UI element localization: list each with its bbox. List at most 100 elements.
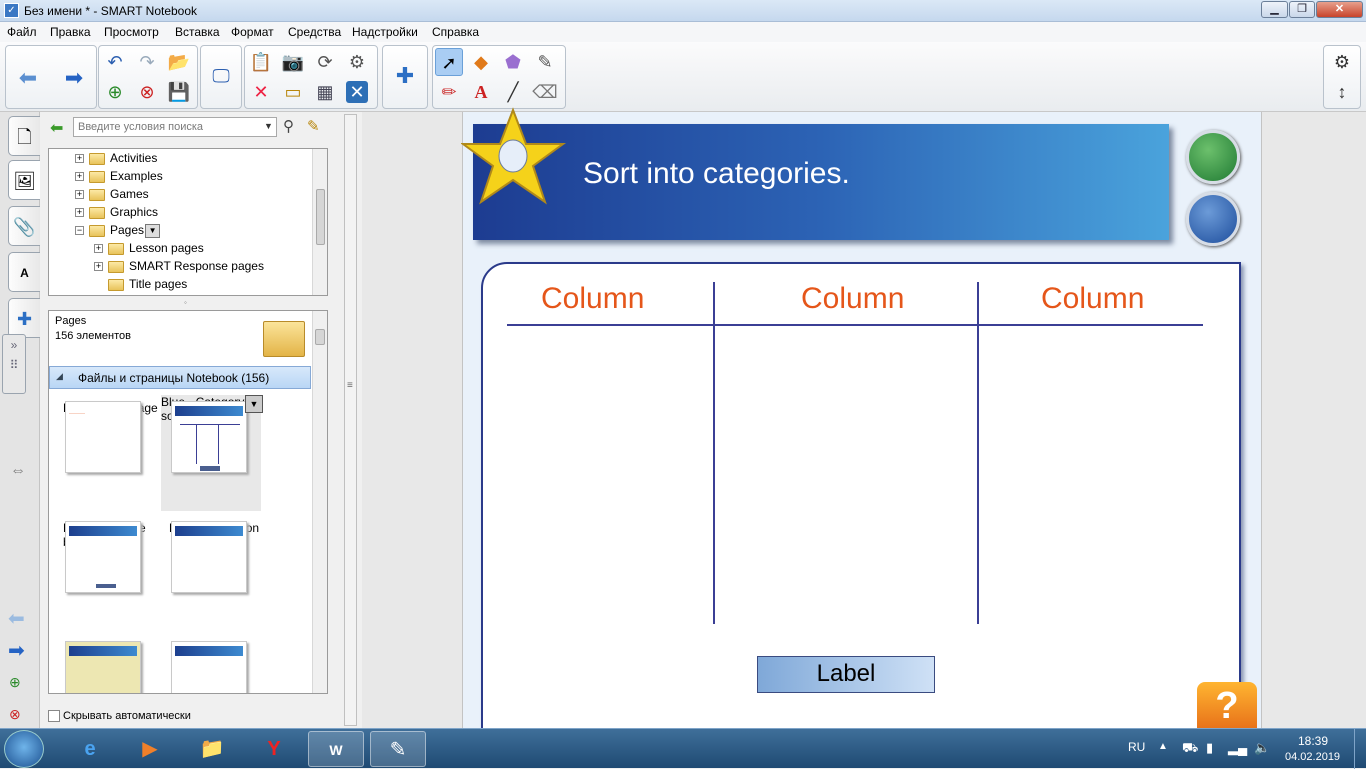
tree-item-title-pages[interactable]: Title pages <box>108 277 187 295</box>
column-header-2[interactable]: Column <box>801 282 904 316</box>
battery-icon[interactable]: ▮ <box>1206 740 1213 756</box>
screen-icon[interactable]: 🖵 <box>207 62 235 90</box>
shapes-icon[interactable]: ◆ <box>467 48 495 76</box>
properties-tab[interactable]: A <box>8 252 40 292</box>
text-icon[interactable]: A <box>467 78 495 106</box>
language-indicator[interactable]: RU <box>1128 740 1145 754</box>
settings-icon[interactable]: ⚙ <box>1328 48 1356 76</box>
gallery-tools-icon[interactable]: ✎ <box>307 117 320 135</box>
move-toolbar-icon[interactable]: ↕ <box>1328 78 1356 106</box>
gallery-item[interactable]: ———— Blue - Blank page <box>63 401 163 511</box>
gallery-item-selected[interactable]: ▼ Blue - Category sort <box>161 395 263 511</box>
attachments-tab[interactable]: 📎 <box>8 206 40 246</box>
tree-item-activities[interactable]: + Activities <box>75 151 157 169</box>
tree-scrollbar[interactable] <box>312 149 327 295</box>
gallery-search-input[interactable]: Введите условия поиска <box>73 117 277 137</box>
restore-button[interactable]: ❐ <box>1289 1 1315 18</box>
table-icon[interactable]: ▦ <box>311 78 339 106</box>
gallery-item[interactable]: Blue - Instruction <box>169 521 269 631</box>
minimize-button[interactable]: ▁ <box>1261 1 1288 18</box>
tree-item-lesson-pages[interactable]: + Lesson pages <box>94 241 204 259</box>
back-icon[interactable]: ⬅ <box>14 64 42 92</box>
show-desktop-button[interactable] <box>1354 729 1366 769</box>
notes-icon[interactable] <box>1186 192 1240 246</box>
tray-expand-icon[interactable]: ▲ <box>1158 741 1168 752</box>
line-icon[interactable]: ╱ <box>499 78 527 106</box>
resize-horizontal-icon[interactable]: ⇔ <box>10 462 26 480</box>
explorer-icon[interactable]: 📁 <box>184 731 240 767</box>
erase-ink-icon[interactable]: ⬟ <box>499 48 527 76</box>
menu-format[interactable]: Формат <box>231 25 274 39</box>
section-header[interactable]: ◢ Файлы и страницы Notebook (156) <box>49 366 311 389</box>
close-button[interactable]: ✕ <box>1316 1 1363 18</box>
word-icon[interactable]: W <box>308 731 364 767</box>
forward-icon[interactable]: ➡ <box>60 64 88 92</box>
pens-icon[interactable]: ✏ <box>435 78 463 106</box>
help-icon[interactable]: ? <box>1197 682 1257 728</box>
gallery-item[interactable]: Blue - Fill in the blank <box>63 521 163 631</box>
select-icon[interactable]: ➚ <box>435 48 463 76</box>
autohide-checkbox[interactable] <box>48 710 60 722</box>
eraser-icon[interactable]: ⌫ <box>531 78 559 106</box>
delete-page-side-icon[interactable]: ⊗ <box>9 706 21 723</box>
delete-page-icon[interactable]: ⊗ <box>133 78 161 106</box>
fullscreen-icon[interactable]: ✕ <box>346 81 368 103</box>
media-icon[interactable]: ▶ <box>122 731 178 767</box>
network-icon[interactable]: ⛟ <box>1182 740 1198 758</box>
gallery-tab[interactable]: 🖼 <box>8 160 40 200</box>
add-page-icon[interactable]: ⊕ <box>101 78 129 106</box>
menu-view[interactable]: Просмотр <box>104 25 159 39</box>
ie-icon[interactable]: e <box>62 731 118 767</box>
content-scrollbar[interactable] <box>312 311 327 693</box>
chevron-down-icon[interactable]: ▼ <box>264 121 273 131</box>
chevron-down-icon[interactable]: ▼ <box>145 223 161 238</box>
save-icon[interactable]: 💾 <box>165 78 193 106</box>
clock-date[interactable]: 04.02.2019 <box>1285 751 1340 763</box>
tree-item-pages[interactable]: − Pages ▼ <box>75 223 161 241</box>
open-icon[interactable]: 📂 <box>165 48 193 76</box>
measurement-icon[interactable]: ⚙ <box>343 48 371 76</box>
panel-splitter[interactable]: ≡ <box>340 112 362 728</box>
document-camera-icon[interactable]: 📷 <box>279 48 307 76</box>
tree-item-graphics[interactable]: + Graphics <box>75 205 158 223</box>
gallery-item[interactable] <box>169 641 269 693</box>
addons-tab[interactable]: ✚ <box>8 298 40 338</box>
notebook-page[interactable]: Sort into categories. Column Column Colu… <box>461 107 1262 732</box>
crop-icon[interactable]: ⟳ <box>311 48 339 76</box>
menu-file[interactable]: Файл <box>7 25 37 39</box>
menu-insert[interactable]: Вставка <box>175 25 220 39</box>
tree-item-examples[interactable]: + Examples <box>75 169 163 187</box>
volume-icon[interactable]: 🔈 <box>1254 740 1270 756</box>
magic-pen-icon[interactable]: ✎ <box>531 48 559 76</box>
menu-help[interactable]: Справка <box>432 25 479 39</box>
draggable-label[interactable]: Label <box>757 656 935 693</box>
redo-icon[interactable]: ↷ <box>133 48 161 76</box>
notebook-icon[interactable]: ✎ <box>370 731 426 767</box>
tree-item-games[interactable]: + Games <box>75 187 149 205</box>
tree-item-smart-response[interactable]: + SMART Response pages <box>94 259 264 277</box>
gallery-item[interactable] <box>63 641 163 693</box>
next-page-icon[interactable]: ➡ <box>8 638 25 663</box>
signal-icon[interactable]: ▂▄ <box>1228 740 1247 756</box>
column-header-3[interactable]: Column <box>1041 282 1144 316</box>
menu-edit[interactable]: Правка <box>50 25 91 39</box>
delete-icon[interactable]: ✕ <box>247 78 275 106</box>
splitter-handle-icon[interactable]: ≡ <box>347 380 353 391</box>
addons-icon[interactable]: ✚ <box>391 62 419 90</box>
home-icon[interactable] <box>1186 130 1240 184</box>
prev-page-icon[interactable]: ⬅ <box>8 606 25 631</box>
paste-icon[interactable]: 📋 <box>247 48 275 76</box>
gallery-back-icon[interactable]: ⬅ <box>50 118 63 138</box>
menu-tools[interactable]: Средства <box>288 25 341 39</box>
search-icon[interactable]: ⚲ <box>283 117 294 135</box>
yandex-icon[interactable]: Y <box>246 731 302 767</box>
chevron-down-icon[interactable]: ▼ <box>245 395 263 413</box>
clock-time[interactable]: 18:39 <box>1298 734 1328 748</box>
undo-icon[interactable]: ↶ <box>101 48 129 76</box>
start-button[interactable] <box>4 730 44 768</box>
sidebar-collapse-icon[interactable]: » ⠿ <box>2 334 26 394</box>
add-page-side-icon[interactable]: ⊕ <box>9 674 21 691</box>
page-sorter-tab[interactable]: 🗋 <box>8 116 40 156</box>
screen-shade-icon[interactable]: ▭ <box>279 78 307 106</box>
menu-addons[interactable]: Надстройки <box>352 25 418 39</box>
